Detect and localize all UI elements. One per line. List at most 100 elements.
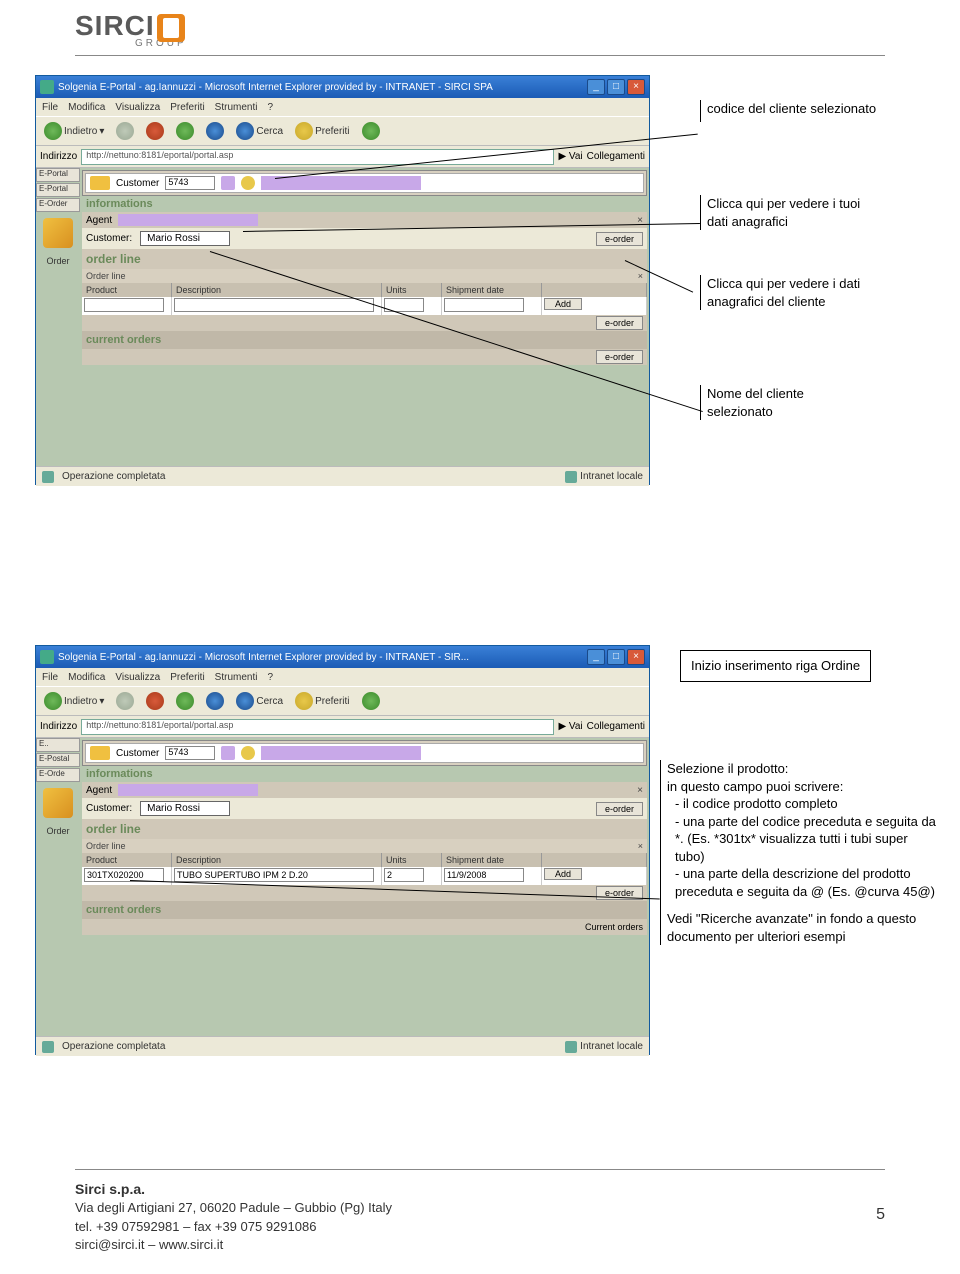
done-icon [42, 471, 54, 483]
stop-button[interactable] [142, 690, 168, 712]
refresh-button[interactable] [172, 690, 198, 712]
product-input[interactable] [84, 298, 164, 312]
menu-file[interactable]: File [42, 672, 58, 683]
col-units: Units [382, 853, 442, 867]
side-tab[interactable]: E-Postal [36, 753, 80, 767]
order-icon[interactable] [43, 788, 73, 818]
history-button[interactable] [358, 120, 384, 142]
menu-help[interactable]: ? [267, 102, 273, 113]
menu-view[interactable]: Visualizza [115, 102, 160, 113]
menubar: File Modifica Visualizza Preferiti Strum… [36, 668, 649, 686]
col-units: Units [382, 283, 442, 297]
col-product: Product [82, 283, 172, 297]
forward-button[interactable] [112, 690, 138, 712]
col-shipment: Shipment date [442, 853, 542, 867]
side-tab-eportal2[interactable]: E-Portal [36, 183, 80, 197]
col-description: Description [172, 853, 382, 867]
forward-icon [116, 122, 134, 140]
add-button[interactable]: Add [544, 298, 582, 310]
toolbar: Indietro ▾ Cerca Preferiti [36, 686, 649, 716]
customer-label: Customer [116, 178, 159, 189]
back-button[interactable]: Indietro ▾ [40, 690, 108, 712]
zone-text: Intranet locale [580, 471, 643, 482]
search-button[interactable]: Cerca [232, 120, 287, 142]
collapse-icon[interactable]: × [637, 785, 643, 796]
titlebar: Solgenia E-Portal - ag.Iannuzzi - Micros… [36, 76, 649, 98]
menu-tools[interactable]: Strumenti [215, 672, 258, 683]
url-input[interactable]: http://nettuno:8181/eportal/portal.asp [81, 719, 554, 735]
footer-company: Sirci s.p.a. [75, 1180, 885, 1200]
collapse-icon2[interactable]: × [638, 271, 643, 281]
app-icon [40, 650, 54, 664]
stop-button[interactable] [142, 120, 168, 142]
eorder-button2[interactable]: e-order [596, 316, 643, 330]
address-bar: Indirizzo http://nettuno:8181/eportal/po… [36, 716, 649, 738]
menu-edit[interactable]: Modifica [68, 672, 105, 683]
home-button[interactable] [202, 690, 228, 712]
menu-help[interactable]: ? [267, 672, 273, 683]
lookup-icon[interactable] [221, 746, 235, 760]
favorites-button[interactable]: Preferiti [291, 690, 353, 712]
menu-favorites[interactable]: Preferiti [170, 672, 204, 683]
side-tab[interactable]: E.. [36, 738, 80, 752]
minimize-button[interactable]: _ [587, 79, 605, 95]
eorder-button[interactable]: e-order [596, 232, 643, 246]
top-panel: Customer 5743 [82, 170, 647, 196]
shipment-input[interactable] [444, 298, 524, 312]
description-input[interactable] [174, 298, 374, 312]
back-button[interactable]: Indietro ▾ [40, 120, 108, 142]
history-button[interactable] [358, 690, 384, 712]
star-icon [295, 122, 313, 140]
go-button[interactable]: ▶ Vai [558, 721, 582, 732]
home-button[interactable] [202, 120, 228, 142]
footer-tel: tel. +39 07592981 – fax +39 075 9291086 [75, 1218, 885, 1236]
current-orders-label: current orders [82, 331, 647, 349]
logo: SIRCI GROUP [0, 0, 960, 49]
menu-file[interactable]: File [42, 102, 58, 113]
order-label: Order [46, 826, 69, 836]
close-button[interactable]: × [627, 649, 645, 665]
order-icon[interactable] [43, 218, 73, 248]
menu-view[interactable]: Visualizza [115, 672, 160, 683]
maximize-button[interactable]: □ [607, 649, 625, 665]
customer-code-input[interactable]: 5743 [165, 176, 215, 190]
favorites-button[interactable]: Preferiti [291, 120, 353, 142]
browser-window-2: Solgenia E-Portal - ag.Iannuzzi - Micros… [35, 645, 650, 1055]
search-button[interactable]: Cerca [232, 690, 287, 712]
order-label: Order [46, 256, 69, 266]
footer: Sirci s.p.a. Via degli Artigiani 27, 060… [0, 1169, 960, 1274]
table-header: Product Description Units Shipment date [82, 283, 647, 297]
close-button[interactable]: × [627, 79, 645, 95]
units-input[interactable] [384, 868, 424, 882]
back-icon [44, 692, 62, 710]
side-tab-eorder[interactable]: E-Order [36, 198, 80, 212]
refresh-button[interactable] [172, 120, 198, 142]
informations-label: informations [86, 198, 153, 210]
customer-code-input[interactable]: 5743 [165, 746, 215, 760]
shipment-input[interactable] [444, 868, 524, 882]
minimize-button[interactable]: _ [587, 649, 605, 665]
description-input[interactable] [174, 868, 374, 882]
menu-tools[interactable]: Strumenti [215, 102, 258, 113]
help-icon[interactable] [241, 176, 255, 190]
maximize-button[interactable]: □ [607, 79, 625, 95]
go-button[interactable]: ▶ Vai [558, 151, 582, 162]
forward-button[interactable] [112, 120, 138, 142]
collapse-icon2[interactable]: × [638, 841, 643, 851]
info-bar [261, 176, 421, 190]
app-icon [40, 80, 54, 94]
eorder-button[interactable]: e-order [596, 802, 643, 816]
history-icon [362, 692, 380, 710]
menu-edit[interactable]: Modifica [68, 102, 105, 113]
window-title: Solgenia E-Portal - ag.Iannuzzi - Micros… [58, 82, 587, 93]
back-icon [44, 122, 62, 140]
help-icon[interactable] [241, 746, 255, 760]
eorder-button3[interactable]: e-order [596, 350, 643, 364]
side-tab-eportal[interactable]: E-Portal [36, 168, 80, 182]
menu-favorites[interactable]: Preferiti [170, 102, 204, 113]
side-tab[interactable]: E-Orde [36, 768, 80, 782]
add-button[interactable]: Add [544, 868, 582, 880]
top-panel: Customer 5743 [82, 740, 647, 766]
lookup-icon[interactable] [221, 176, 235, 190]
statusbar: Operazione completata Intranet locale [36, 466, 649, 486]
